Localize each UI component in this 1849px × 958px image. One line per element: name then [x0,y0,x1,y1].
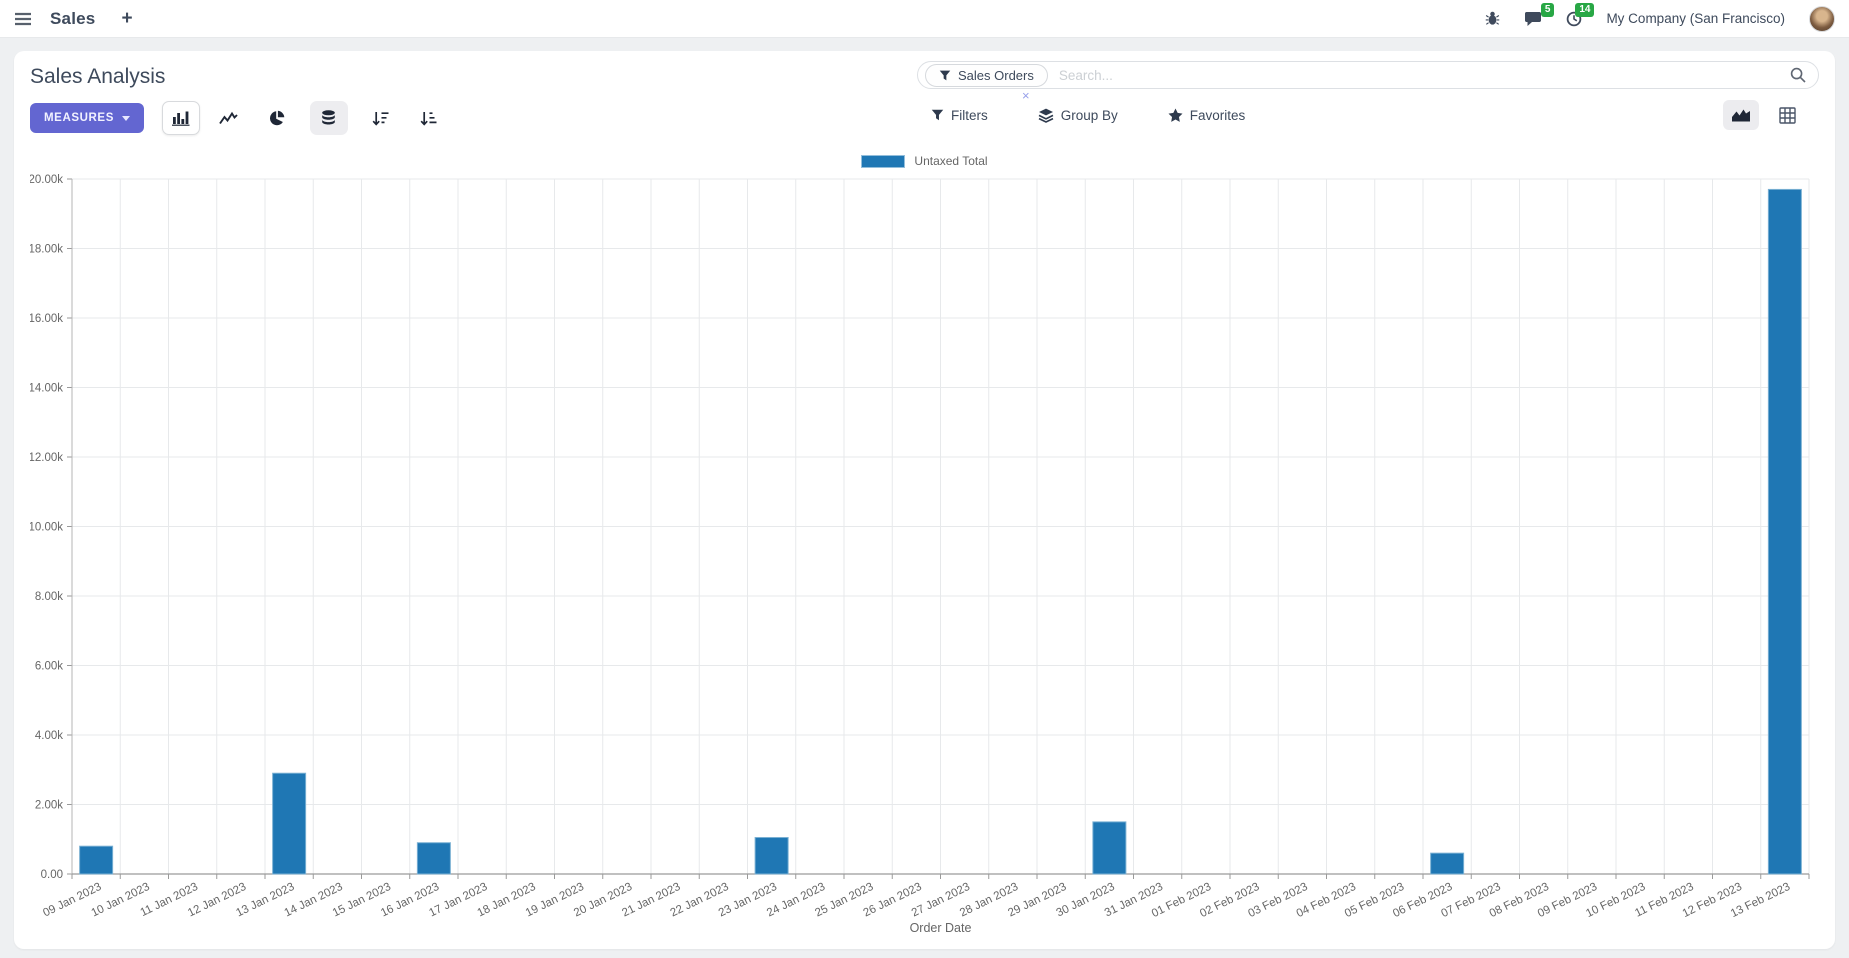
y-tick-label: 8.00k [35,591,63,603]
axes [67,178,1810,879]
favorites-button[interactable]: Favorites [1168,107,1246,123]
remove-facet-icon[interactable]: × [1022,88,1030,103]
gridlines [71,178,1810,874]
bar-chart-type-button[interactable] [161,101,200,135]
chart-bar[interactable] [272,772,307,875]
facet-filter-icon [939,70,951,80]
search-input[interactable]: Search... [1059,68,1790,83]
legend-label: Untaxed Total [914,154,988,168]
group-by-label: Group By [1060,107,1118,123]
messages-icon[interactable]: 5 [1524,2,1555,27]
bar-chart: 0.00 2.00k 4.00k 6.00k 8.00k 10.00k 12.00k 14.0… [28,174,1810,935]
measures-button[interactable]: MEASURES [30,103,144,133]
page-title: Sales Analysis [30,65,166,88]
debug-bug-icon[interactable] [1485,11,1500,26]
group-by-button[interactable]: Group By [1038,108,1118,123]
y-tick-label: 2.00k [35,800,63,812]
company-switcher[interactable]: My Company (San Francisco) [1606,11,1785,26]
chart-bar[interactable] [1092,821,1127,875]
filters-button[interactable]: Filters [931,108,988,123]
chart-area: 0.00 2.00k 4.00k 6.00k 8.00k 10.00k 12.00k 14.0… [28,173,1819,946]
chart-bar[interactable] [79,845,114,875]
pivot-table-icon [1778,106,1796,124]
caret-down-icon [121,115,130,121]
filters-label: Filters [951,107,988,123]
y-tick-label: 14.00k [30,383,63,395]
pie-chart-type-button[interactable] [258,101,296,135]
control-panel: Sales Analysis MEASURES Sales Orders × S… [30,61,1819,135]
y-tick-label: 6.00k [35,661,63,673]
filter-icon [931,109,944,121]
line-chart-type-button[interactable] [210,101,248,135]
search-facet[interactable]: Sales Orders [925,63,1048,87]
y-tick-label: 16.00k [30,313,63,325]
layers-icon [1038,108,1054,123]
y-tick-label: 20.00k [30,174,63,186]
y-tick-label: 0.00 [41,869,63,881]
measures-label: MEASURES [44,112,114,124]
legend-swatch[interactable] [861,154,906,168]
chart-bar[interactable] [416,842,451,875]
activities-clock-icon[interactable]: 14 [1566,2,1595,27]
top-navbar: Sales + 5 14 My Company (San Francisco) [0,0,1849,38]
y-tick-label: 12.00k [30,452,63,464]
favorites-label: Favorites [1189,107,1246,123]
messages-count-badge: 5 [1540,2,1555,17]
stacked-toggle-button[interactable] [309,101,348,135]
sort-descending-button[interactable] [362,101,400,135]
y-tick-label: 4.00k [35,730,63,742]
pivot-view-button[interactable] [1769,100,1805,130]
chart-bar[interactable] [1767,188,1802,875]
search-bar[interactable]: Sales Orders × Search... [917,61,1819,103]
activities-count-badge: 14 [1575,2,1595,17]
star-icon [1168,108,1183,122]
new-tab-plus-icon[interactable]: + [121,8,132,30]
y-tick-label: 10.00k [30,522,63,534]
main-panel: Sales Analysis MEASURES Sales Orders × S… [14,51,1835,949]
graph-view-button[interactable] [1723,100,1759,130]
user-avatar[interactable] [1809,5,1835,32]
sort-ascending-button[interactable] [410,101,448,135]
chart-legend[interactable]: Untaxed Total [30,151,1819,171]
y-tick-label: 18.00k [30,244,63,256]
chart-bar[interactable] [754,837,789,875]
apps-menu-icon[interactable] [14,12,32,26]
x-axis-title: Order Date [910,921,972,935]
app-name[interactable]: Sales [50,9,95,29]
search-icon[interactable] [1790,67,1806,83]
facet-label: Sales Orders [958,67,1034,83]
area-chart-icon [1732,109,1750,122]
chart-bar[interactable] [1430,852,1465,875]
